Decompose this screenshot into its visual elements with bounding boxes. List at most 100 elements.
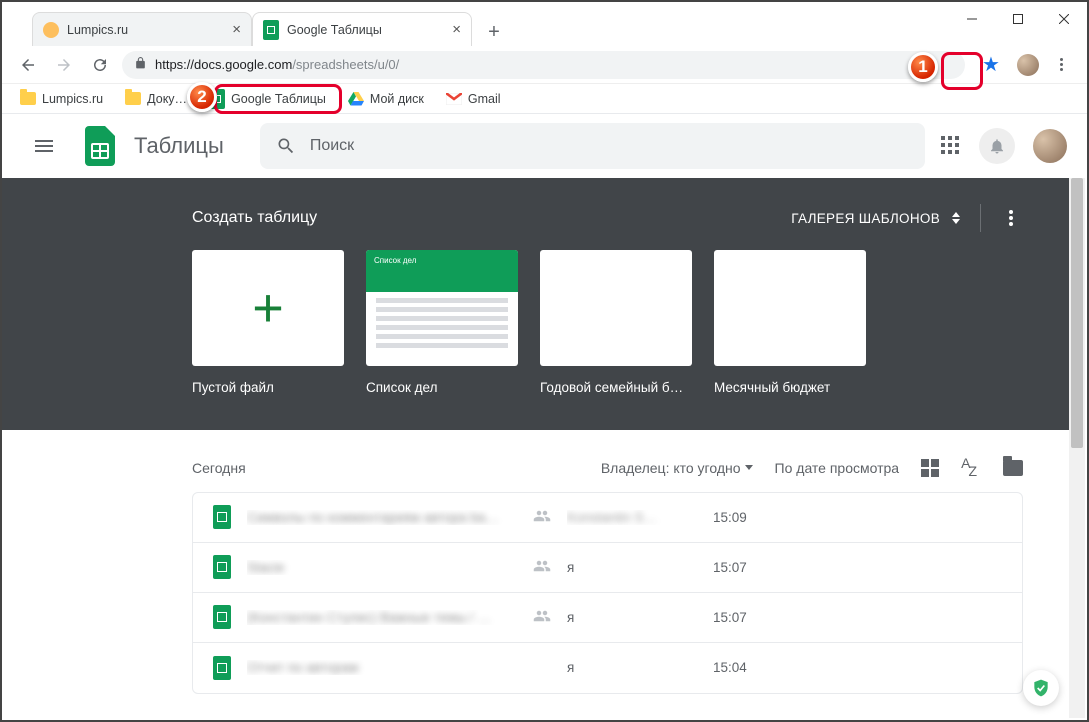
bookmark-item[interactable]: Мой диск — [344, 89, 428, 109]
lock-icon — [134, 56, 147, 73]
profile-avatar-button[interactable] — [1017, 54, 1039, 76]
window-close-button[interactable] — [1041, 2, 1087, 36]
reload-button[interactable] — [86, 51, 114, 79]
file-owner: я — [567, 660, 697, 675]
app-header: Таблицы Поиск — [2, 114, 1087, 178]
file-row[interactable]: Отчет по авторам я 15:04 — [193, 643, 1022, 693]
address-bar[interactable]: https://docs.google.com/spreadsheets/u/0… — [122, 51, 965, 79]
file-time: 15:04 — [713, 660, 793, 675]
main-menu-button[interactable] — [22, 124, 66, 168]
file-name: Символы по комментариям автора ba… — [247, 510, 517, 525]
folder-icon — [125, 92, 141, 105]
divider — [980, 204, 981, 232]
bookmarks-bar: Lumpics.ru Доку… Google Таблицы Мой диск… — [2, 84, 1087, 114]
tab-title: Google Таблицы — [287, 23, 382, 37]
browser-tab[interactable]: Google Таблицы × — [252, 12, 472, 46]
sheets-file-icon — [213, 656, 231, 680]
sheets-file-icon — [213, 605, 231, 629]
app-title: Таблицы — [134, 133, 224, 159]
gmail-icon — [446, 91, 462, 107]
tab-close-icon[interactable]: × — [232, 21, 241, 38]
tab-title: Lumpics.ru — [67, 23, 128, 37]
browser-tab[interactable]: Lumpics.ru × — [32, 12, 252, 46]
window-minimize-button[interactable] — [949, 2, 995, 36]
window-controls — [949, 2, 1087, 36]
template-blank[interactable]: + Пустой файл — [192, 250, 344, 395]
file-time: 15:07 — [713, 610, 793, 625]
file-name: Stacie — [247, 560, 517, 575]
tab-close-icon[interactable]: × — [452, 21, 461, 38]
file-owner: я — [567, 560, 697, 575]
file-row[interactable]: Символы по комментариям автора ba… Konsta… — [193, 493, 1022, 543]
annotation-callout-1: 1 — [908, 52, 938, 82]
template-label: Месячный бюджет — [714, 380, 866, 395]
file-row[interactable]: (Константин Стулис) Важные темы / … я 15:0… — [193, 593, 1022, 643]
bookmark-item[interactable]: Доку… — [121, 89, 191, 109]
file-row[interactable]: Stacie я 15:07 — [193, 543, 1022, 593]
shared-icon — [533, 557, 551, 578]
drive-icon — [348, 91, 364, 107]
template-annual-budget[interactable]: Годовой семейный б… — [540, 250, 692, 395]
back-button[interactable] — [14, 51, 42, 79]
file-owner: Konstantin S… — [567, 510, 697, 525]
template-label: Годовой семейный б… — [540, 380, 692, 395]
sheets-file-icon — [213, 505, 231, 529]
bookmark-label: Gmail — [468, 92, 501, 106]
owner-filter-dropdown[interactable]: Владелец: кто угодно — [601, 460, 753, 476]
search-placeholder: Поиск — [310, 137, 354, 155]
extension-shield-badge[interactable] — [1023, 670, 1059, 706]
template-monthly-budget[interactable]: Месячный бюджет — [714, 250, 866, 395]
account-avatar-button[interactable] — [1033, 129, 1067, 163]
apps-grid-button[interactable] — [941, 136, 961, 156]
file-time: 15:07 — [713, 560, 793, 575]
file-name: (Константин Стулис) Важные темы / … — [247, 610, 517, 625]
sheets-file-icon — [213, 555, 231, 579]
forward-button[interactable] — [50, 51, 78, 79]
plus-icon: + — [252, 281, 284, 335]
bookmark-label: Мой диск — [370, 92, 424, 106]
tab-favicon — [43, 22, 59, 38]
create-heading: Создать таблицу — [192, 209, 317, 227]
annotation-callout-2: 2 — [187, 82, 217, 112]
file-owner: я — [567, 610, 697, 625]
annotation-ring-2 — [214, 84, 342, 114]
sort-az-button[interactable]: AZ — [961, 455, 981, 475]
template-gallery-button[interactable]: ГАЛЕРЕЯ ШАБЛОНОВ — [791, 211, 962, 226]
sheets-logo-icon — [82, 122, 118, 170]
folder-icon — [20, 92, 36, 105]
owner-filter-label: Владелец: кто угодно — [601, 460, 741, 476]
gallery-label: ГАЛЕРЕЯ ШАБЛОНОВ — [791, 211, 940, 226]
templates-section: Создать таблицу ГАЛЕРЕЯ ШАБЛОНОВ + Пусто… — [2, 178, 1069, 430]
file-time: 15:09 — [713, 510, 793, 525]
browser-tabstrip: Lumpics.ru × Google Таблицы × + — [32, 12, 508, 46]
sort-label: По дате просмотра — [775, 460, 900, 476]
templates-more-button[interactable] — [999, 206, 1023, 230]
annotation-ring-1 — [941, 52, 983, 90]
recent-files-section: Сегодня Владелец: кто угодно По дате про… — [2, 440, 1069, 718]
search-input[interactable]: Поиск — [260, 123, 925, 169]
chevron-down-icon — [745, 465, 753, 470]
bookmark-label: Доку… — [147, 92, 187, 106]
open-picker-button[interactable] — [1003, 460, 1023, 476]
notifications-button[interactable] — [979, 128, 1015, 164]
file-list: Символы по комментариям автора ba… Konsta… — [192, 492, 1023, 694]
file-name: Отчет по авторам — [247, 660, 517, 675]
window-maximize-button[interactable] — [995, 2, 1041, 36]
sheets-favicon-icon — [263, 20, 279, 40]
section-today-label: Сегодня — [192, 460, 246, 476]
url-text: https://docs.google.com/spreadsheets/u/0… — [155, 57, 399, 72]
bookmark-item[interactable]: Gmail — [442, 89, 505, 109]
template-label: Пустой файл — [192, 380, 344, 395]
browser-menu-button[interactable] — [1047, 51, 1075, 79]
template-todo[interactable]: Список дел Список дел — [366, 250, 518, 395]
shared-icon — [533, 507, 551, 528]
template-label: Список дел — [366, 380, 518, 395]
page-scrollbar[interactable] — [1069, 178, 1085, 718]
bookmark-item[interactable]: Lumpics.ru — [16, 89, 107, 109]
view-grid-button[interactable] — [921, 459, 939, 477]
new-tab-button[interactable]: + — [480, 18, 508, 46]
star-icon: ★ — [982, 52, 1000, 77]
expand-collapse-icon — [950, 212, 962, 224]
shared-icon — [533, 607, 551, 628]
bookmark-label: Lumpics.ru — [42, 92, 103, 106]
